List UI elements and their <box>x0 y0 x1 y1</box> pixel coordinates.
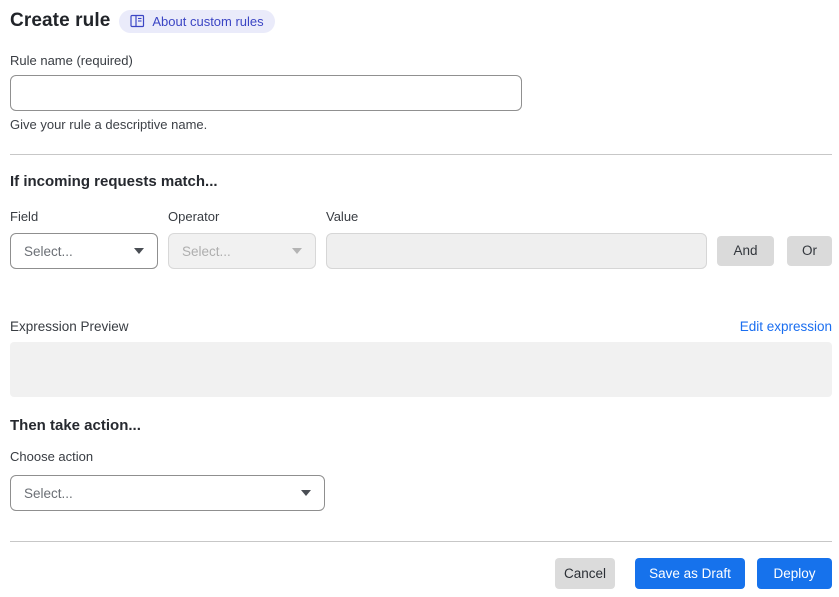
badge-label: About custom rules <box>152 13 264 29</box>
action-section-heading: Then take action... <box>10 417 141 434</box>
expression-preview-row: Expression Preview Edit expression <box>10 319 832 334</box>
field-select[interactable]: Select... <box>10 233 158 269</box>
operator-select: Select... <box>168 233 316 269</box>
choose-action-select-value: Select... <box>24 485 73 501</box>
match-section-heading: If incoming requests match... <box>10 173 218 190</box>
about-custom-rules-link[interactable]: About custom rules <box>119 9 275 33</box>
chevron-down-icon <box>292 248 302 254</box>
choose-action-label: Choose action <box>10 449 94 464</box>
save-as-draft-button[interactable]: Save as Draft <box>635 558 745 589</box>
field-column: Field Select... <box>10 209 158 269</box>
match-criteria-row: Field Select... Operator Select... Value… <box>10 209 832 269</box>
and-button[interactable]: And <box>717 236 774 266</box>
value-input <box>326 233 707 269</box>
chevron-down-icon <box>134 248 144 254</box>
edit-expression-link[interactable]: Edit expression <box>740 319 832 334</box>
operator-label: Operator <box>168 209 220 224</box>
rule-name-input[interactable] <box>10 75 522 111</box>
rule-name-help: Give your rule a descriptive name. <box>10 117 208 132</box>
book-icon <box>130 14 145 28</box>
action-section: Then take action... Choose action Select… <box>10 417 832 511</box>
create-rule-page: Create rule About custom rules Rule name… <box>0 0 839 589</box>
footer-actions: Cancel Save as Draft Deploy <box>10 558 832 589</box>
page-header: Create rule About custom rules <box>10 9 832 33</box>
rule-name-label: Rule name (required) <box>10 53 133 68</box>
page-title: Create rule <box>10 10 111 31</box>
expression-preview-box <box>10 342 832 397</box>
expression-preview-label: Expression Preview <box>10 319 129 334</box>
chevron-down-icon <box>301 490 311 496</box>
rule-name-section: Rule name (required) Give your rule a de… <box>10 53 832 132</box>
choose-action-select[interactable]: Select... <box>10 475 325 511</box>
divider <box>10 541 832 542</box>
cancel-button[interactable]: Cancel <box>555 558 615 589</box>
operator-column: Operator Select... <box>168 209 316 269</box>
operator-select-value: Select... <box>182 243 231 259</box>
connector-buttons: And Or <box>707 209 832 269</box>
value-label: Value <box>326 209 359 224</box>
value-column: Value <box>326 209 707 269</box>
field-label: Field <box>10 209 39 224</box>
match-section: If incoming requests match... Field Sele… <box>10 173 832 397</box>
field-select-value: Select... <box>24 243 73 259</box>
or-button[interactable]: Or <box>787 236 832 266</box>
divider <box>10 154 832 155</box>
deploy-button[interactable]: Deploy <box>757 558 832 589</box>
